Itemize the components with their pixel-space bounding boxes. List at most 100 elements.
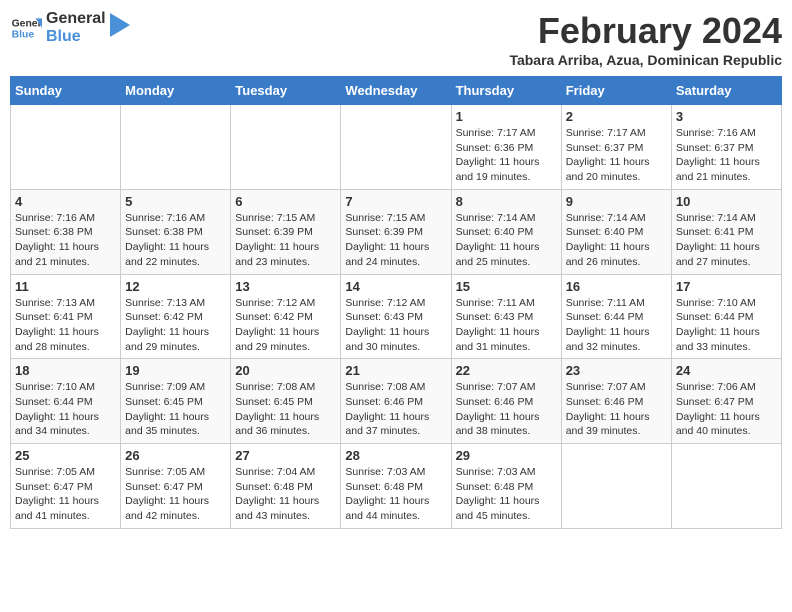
day-number: 2 [566, 109, 667, 124]
calendar-cell [671, 444, 781, 529]
calendar-cell: 21 Sunrise: 7:08 AMSunset: 6:46 PMDayligh… [341, 359, 451, 444]
calendar-cell: 2 Sunrise: 7:17 AMSunset: 6:37 PMDaylight… [561, 105, 671, 190]
calendar-cell: 18Sunrise: 7:10 AMSunset: 6:44 PMDayligh… [11, 359, 121, 444]
weekday-header-wednesday: Wednesday [341, 77, 451, 105]
weekday-header-tuesday: Tuesday [231, 77, 341, 105]
day-number: 15 [456, 279, 557, 294]
day-number: 4 [15, 194, 116, 209]
weekday-header-sunday: Sunday [11, 77, 121, 105]
day-number: 11 [15, 279, 116, 294]
day-info: Sunrise: 7:14 AMSunset: 6:40 PMDaylight:… [456, 211, 557, 270]
day-number: 21 [345, 363, 446, 378]
page-header: General Blue General Blue February 2024 … [10, 10, 782, 68]
day-info: Sunrise: 7:16 AMSunset: 6:38 PMDaylight:… [125, 211, 226, 270]
calendar-cell: 29 Sunrise: 7:03 AMSunset: 6:48 PMDayligh… [451, 444, 561, 529]
day-number: 16 [566, 279, 667, 294]
day-info: Sunrise: 7:16 AMSunset: 6:37 PMDaylight:… [676, 126, 777, 185]
day-info: Sunrise: 7:08 AMSunset: 6:46 PMDaylight:… [345, 380, 446, 439]
calendar-cell: 3 Sunrise: 7:16 AMSunset: 6:37 PMDaylight… [671, 105, 781, 190]
day-number: 24 [676, 363, 777, 378]
day-info: Sunrise: 7:03 AMSunset: 6:48 PMDaylight:… [456, 465, 557, 524]
day-info: Sunrise: 7:07 AMSunset: 6:46 PMDaylight:… [566, 380, 667, 439]
day-info: Sunrise: 7:15 AMSunset: 6:39 PMDaylight:… [345, 211, 446, 270]
day-number: 19 [125, 363, 226, 378]
calendar-cell: 15 Sunrise: 7:11 AMSunset: 6:43 PMDayligh… [451, 274, 561, 359]
day-number: 6 [235, 194, 336, 209]
calendar-cell: 23 Sunrise: 7:07 AMSunset: 6:46 PMDayligh… [561, 359, 671, 444]
logo-flag-icon [110, 13, 130, 43]
calendar-cell: 7 Sunrise: 7:15 AMSunset: 6:39 PMDaylight… [341, 189, 451, 274]
weekday-header-saturday: Saturday [671, 77, 781, 105]
day-info: Sunrise: 7:12 AMSunset: 6:42 PMDaylight:… [235, 296, 336, 355]
day-info: Sunrise: 7:17 AMSunset: 6:36 PMDaylight:… [456, 126, 557, 185]
calendar-cell: 28Sunrise: 7:03 AMSunset: 6:48 PMDayligh… [341, 444, 451, 529]
logo-icon: General Blue [10, 12, 42, 44]
day-info: Sunrise: 7:17 AMSunset: 6:37 PMDaylight:… [566, 126, 667, 185]
calendar-cell [231, 105, 341, 190]
day-info: Sunrise: 7:05 AMSunset: 6:47 PMDaylight:… [125, 465, 226, 524]
day-number: 9 [566, 194, 667, 209]
day-info: Sunrise: 7:14 AMSunset: 6:40 PMDaylight:… [566, 211, 667, 270]
day-number: 1 [456, 109, 557, 124]
day-info: Sunrise: 7:06 AMSunset: 6:47 PMDaylight:… [676, 380, 777, 439]
calendar-cell: 27Sunrise: 7:04 AMSunset: 6:48 PMDayligh… [231, 444, 341, 529]
calendar-cell [341, 105, 451, 190]
day-number: 7 [345, 194, 446, 209]
calendar-cell: 8Sunrise: 7:14 AMSunset: 6:40 PMDaylight… [451, 189, 561, 274]
calendar-week-row: 25 Sunrise: 7:05 AMSunset: 6:47 PMDayligh… [11, 444, 782, 529]
day-info: Sunrise: 7:13 AMSunset: 6:41 PMDaylight:… [15, 296, 116, 355]
calendar-cell: 22 Sunrise: 7:07 AMSunset: 6:46 PMDayligh… [451, 359, 561, 444]
calendar-cell: 13 Sunrise: 7:12 AMSunset: 6:42 PMDayligh… [231, 274, 341, 359]
day-info: Sunrise: 7:05 AMSunset: 6:47 PMDaylight:… [15, 465, 116, 524]
day-info: Sunrise: 7:04 AMSunset: 6:48 PMDaylight:… [235, 465, 336, 524]
weekday-header-friday: Friday [561, 77, 671, 105]
calendar-cell: 4Sunrise: 7:16 AMSunset: 6:38 PMDaylight… [11, 189, 121, 274]
calendar-cell [121, 105, 231, 190]
day-number: 28 [345, 448, 446, 463]
day-number: 13 [235, 279, 336, 294]
calendar-cell: 25 Sunrise: 7:05 AMSunset: 6:47 PMDayligh… [11, 444, 121, 529]
title-area: February 2024 Tabara Arriba, Azua, Domin… [509, 10, 782, 68]
day-info: Sunrise: 7:07 AMSunset: 6:46 PMDaylight:… [456, 380, 557, 439]
svg-text:Blue: Blue [12, 29, 35, 40]
day-number: 3 [676, 109, 777, 124]
day-info: Sunrise: 7:12 AMSunset: 6:43 PMDaylight:… [345, 296, 446, 355]
day-number: 23 [566, 363, 667, 378]
calendar-cell: 16 Sunrise: 7:11 AMSunset: 6:44 PMDayligh… [561, 274, 671, 359]
calendar-title: February 2024 [509, 10, 782, 52]
calendar-cell: 19Sunrise: 7:09 AMSunset: 6:45 PMDayligh… [121, 359, 231, 444]
day-info: Sunrise: 7:10 AMSunset: 6:44 PMDaylight:… [676, 296, 777, 355]
day-number: 22 [456, 363, 557, 378]
logo-blue: Blue [46, 28, 106, 46]
day-number: 26 [125, 448, 226, 463]
day-number: 12 [125, 279, 226, 294]
calendar-table: SundayMondayTuesdayWednesdayThursdayFrid… [10, 76, 782, 529]
day-number: 5 [125, 194, 226, 209]
day-info: Sunrise: 7:14 AMSunset: 6:41 PMDaylight:… [676, 211, 777, 270]
day-number: 14 [345, 279, 446, 294]
day-info: Sunrise: 7:10 AMSunset: 6:44 PMDaylight:… [15, 380, 116, 439]
calendar-cell: 17 Sunrise: 7:10 AMSunset: 6:44 PMDayligh… [671, 274, 781, 359]
day-info: Sunrise: 7:11 AMSunset: 6:44 PMDaylight:… [566, 296, 667, 355]
logo-general: General [46, 10, 106, 28]
calendar-week-row: 18Sunrise: 7:10 AMSunset: 6:44 PMDayligh… [11, 359, 782, 444]
calendar-cell: 5 Sunrise: 7:16 AMSunset: 6:38 PMDaylight… [121, 189, 231, 274]
weekday-header-thursday: Thursday [451, 77, 561, 105]
calendar-week-row: 1 Sunrise: 7:17 AMSunset: 6:36 PMDaylight… [11, 105, 782, 190]
calendar-cell: 1 Sunrise: 7:17 AMSunset: 6:36 PMDaylight… [451, 105, 561, 190]
day-info: Sunrise: 7:15 AMSunset: 6:39 PMDaylight:… [235, 211, 336, 270]
day-number: 10 [676, 194, 777, 209]
day-number: 17 [676, 279, 777, 294]
day-info: Sunrise: 7:11 AMSunset: 6:43 PMDaylight:… [456, 296, 557, 355]
calendar-cell: 14 Sunrise: 7:12 AMSunset: 6:43 PMDayligh… [341, 274, 451, 359]
calendar-cell: 6 Sunrise: 7:15 AMSunset: 6:39 PMDaylight… [231, 189, 341, 274]
calendar-cell [561, 444, 671, 529]
logo: General Blue General Blue [10, 10, 130, 45]
calendar-week-row: 4 Sunrise: 7:16 AMSunset: 6:38 PMDaylight… [11, 189, 782, 274]
day-number: 29 [456, 448, 557, 463]
day-number: 25 [15, 448, 116, 463]
day-number: 20 [235, 363, 336, 378]
calendar-cell: 20Sunrise: 7:08 AMSunset: 6:45 PMDayligh… [231, 359, 341, 444]
calendar-cell: 10 Sunrise: 7:14 AMSunset: 6:41 PMDayligh… [671, 189, 781, 274]
calendar-subtitle: Tabara Arriba, Azua, Dominican Republic [509, 52, 782, 68]
